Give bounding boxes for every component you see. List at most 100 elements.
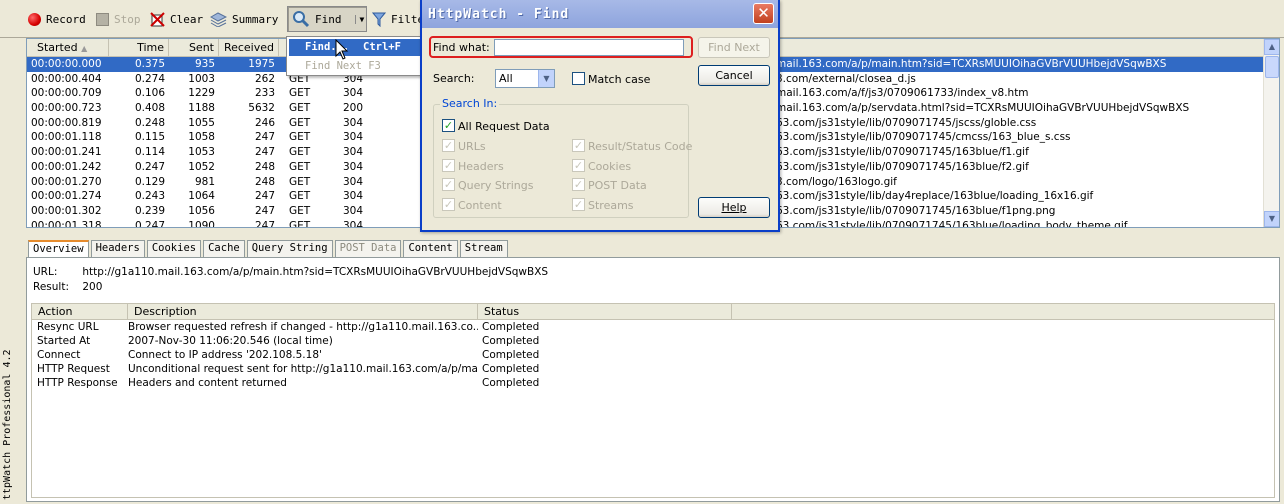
search-select[interactable]: All ▼ xyxy=(495,69,555,88)
option-checkbox[interactable]: ✓ xyxy=(572,197,585,211)
cell-method: GET xyxy=(289,204,311,217)
tab-stream[interactable]: Stream xyxy=(459,240,508,257)
cell-method: GET xyxy=(289,219,311,228)
cell-time: 0.247 xyxy=(134,219,165,228)
tab-cookies[interactable]: Cookies xyxy=(146,240,202,257)
record-label: Record xyxy=(46,12,86,26)
all-request-data-label: All Request Data xyxy=(458,120,550,133)
action-row: Started At 2007-Nov-30 11:06:20.546 (loca… xyxy=(32,334,1274,348)
cell-result: 304 xyxy=(343,131,364,144)
stop-button[interactable]: Stop xyxy=(96,8,141,30)
option-checkbox[interactable]: ✓ xyxy=(572,158,585,172)
search-in-title: Search In: xyxy=(440,97,500,110)
cell-sent: 1003 xyxy=(188,72,215,85)
action-table-body: Resync URL Browser requested refresh if c… xyxy=(32,320,1274,390)
scroll-down-icon[interactable]: ▼ xyxy=(1264,211,1279,227)
cell-result: 304 xyxy=(343,204,364,217)
option-label: Headers xyxy=(458,159,504,173)
option-label: POST Data xyxy=(588,179,647,192)
url-row: URL: http://g1a110.mail.163.com/a/p/main… xyxy=(33,266,548,278)
cell-received: 248 xyxy=(254,175,275,188)
option-checkbox[interactable]: ✓ xyxy=(572,178,585,191)
cell-time: 0.247 xyxy=(134,160,165,173)
option-checkbox[interactable]: ✓ xyxy=(442,178,455,191)
column-filler xyxy=(732,304,1274,319)
tab-query-string[interactable]: Query String xyxy=(246,240,333,257)
column-description[interactable]: Description xyxy=(128,304,478,319)
option-label: Content xyxy=(458,198,502,212)
option-checkbox[interactable]: ✓ xyxy=(572,139,585,152)
cell-received: 248 xyxy=(254,160,275,173)
cell-time: 0.239 xyxy=(134,204,165,217)
summary-button[interactable]: Summary xyxy=(210,8,278,30)
cell-url: mail.163.com/a/p/servdata.html?sid=TCXRs… xyxy=(776,102,1190,115)
scroll-up-icon[interactable]: ▲ xyxy=(1264,39,1279,55)
cell-received: 247 xyxy=(254,204,275,217)
column-received[interactable]: Received xyxy=(219,39,279,57)
cell-time: 0.114 xyxy=(134,146,165,159)
cell-url: 63.com/js31style/lib/0709071745/jscss/gl… xyxy=(776,116,1037,129)
option-checkbox[interactable]: ✓ xyxy=(442,158,455,172)
cell-sent: 1229 xyxy=(188,87,215,100)
cell-url: 3.com/external/closea_d.js xyxy=(776,72,916,85)
scroll-thumb[interactable] xyxy=(1265,56,1279,78)
cell-result: 304 xyxy=(343,190,364,203)
cell-received: 247 xyxy=(254,190,275,203)
cell-method: GET xyxy=(289,131,311,144)
result-value: 200 xyxy=(82,281,103,293)
cell-sent: 1188 xyxy=(188,102,215,115)
record-button[interactable]: Record xyxy=(28,8,86,30)
column-action[interactable]: Action xyxy=(32,304,128,319)
tab-overview[interactable]: Overview xyxy=(28,240,89,258)
column-time[interactable]: Time xyxy=(109,39,169,57)
tab-content[interactable]: Content xyxy=(403,240,458,257)
dialog-title-bar[interactable]: HttpWatch - Find xyxy=(422,0,778,28)
option-checkbox[interactable]: ✓ xyxy=(442,139,455,152)
chevron-down-icon[interactable]: ▼ xyxy=(538,70,554,87)
cell-started: 00:00:01.274 xyxy=(31,190,102,203)
cell-status: Completed xyxy=(482,321,540,333)
stop-icon xyxy=(96,12,109,26)
find-button[interactable]: Find ▼ xyxy=(287,6,367,32)
action-row: HTTP Response Headers and content returne… xyxy=(32,376,1274,390)
cell-url: mail.163.com/a/f/js3/0709061733/index_v8… xyxy=(776,87,1029,100)
match-case-label: Match case xyxy=(588,73,651,86)
filter-button[interactable]: Filte xyxy=(372,8,424,30)
search-select-value: All xyxy=(499,72,513,85)
all-request-data-checkbox[interactable]: ✓ xyxy=(442,119,455,132)
find-menu: Find... Ctrl+F Find Next F3 xyxy=(286,36,426,76)
option-checkbox[interactable]: ✓ xyxy=(442,197,455,211)
cell-started: 00:00:00.819 xyxy=(31,116,102,129)
overview-panel: URL: http://g1a110.mail.163.com/a/p/main… xyxy=(26,257,1280,502)
menu-item-find[interactable]: Find... Ctrl+F xyxy=(289,39,423,56)
tab-headers[interactable]: Headers xyxy=(90,240,145,257)
cell-url: 63.com/js31style/lib/0709071745/163blue/… xyxy=(776,160,1029,173)
tab-post-data[interactable]: POST Data xyxy=(334,240,402,257)
find-next-button[interactable]: Find Next xyxy=(698,37,770,58)
match-case-checkbox[interactable] xyxy=(572,72,585,85)
column-status[interactable]: Status xyxy=(478,304,732,319)
record-icon xyxy=(28,12,41,26)
menu-item-find-next[interactable]: Find Next F3 xyxy=(289,58,423,75)
find-what-input[interactable] xyxy=(494,39,684,56)
clear-icon xyxy=(150,11,165,27)
cell-time: 0.243 xyxy=(134,190,165,203)
column-sent[interactable]: Sent xyxy=(169,39,219,57)
find-dropdown-arrow-icon[interactable]: ▼ xyxy=(354,14,364,24)
cell-started: 00:00:01.302 xyxy=(31,204,102,217)
cancel-button[interactable]: Cancel xyxy=(698,65,770,86)
close-icon[interactable]: ✕ xyxy=(753,3,774,24)
tab-cache[interactable]: Cache xyxy=(203,240,245,257)
cell-time: 0.115 xyxy=(134,131,165,144)
column-started[interactable]: Started ▲ xyxy=(27,39,109,57)
cell-sent: 935 xyxy=(194,58,215,70)
cell-started: 00:00:01.318 xyxy=(31,219,102,228)
help-button[interactable]: Help xyxy=(698,197,770,218)
cell-action: Connect xyxy=(37,349,81,361)
cell-url: 63.com/js31style/lib/0709071745/163blue/… xyxy=(776,146,1029,159)
result-row: Result: 200 xyxy=(33,281,102,293)
cell-description: Headers and content returned xyxy=(128,377,287,389)
grid-scrollbar[interactable]: ▲ ▼ xyxy=(1263,39,1279,227)
cell-status: Completed xyxy=(482,363,540,375)
clear-button[interactable]: Clear xyxy=(150,8,203,30)
